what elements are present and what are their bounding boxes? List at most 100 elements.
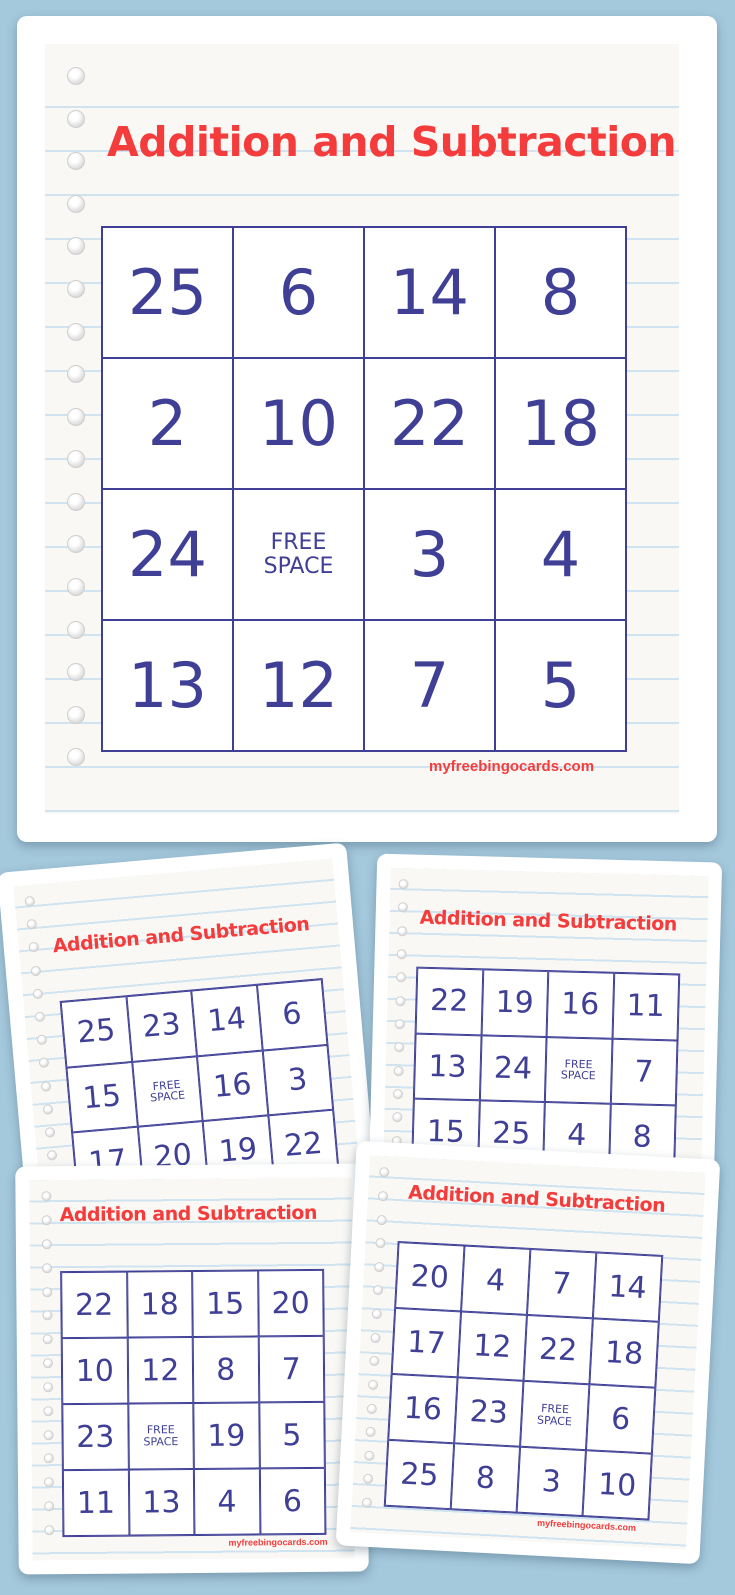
bingo-cell[interactable]: 25 [384, 1439, 455, 1510]
bingo-cell[interactable]: 12 [127, 1336, 194, 1404]
binder-hole-icon [24, 895, 36, 907]
bingo-grid: 22 18 15 20 10 12 8 7 23 FREE SPACE 19 5 11 13 4 6 [60, 1268, 327, 1538]
binder-hole-icon [67, 450, 85, 469]
bingo-cell[interactable]: 7 [364, 620, 495, 751]
bingo-cell[interactable]: 7 [526, 1248, 597, 1319]
bingo-cell[interactable]: 25 [102, 227, 233, 358]
bingo-cell[interactable]: 24 [479, 1034, 547, 1103]
binder-hole-icon [42, 1310, 53, 1321]
cell-number: 13 [142, 1484, 181, 1520]
bingo-cell[interactable]: 10 [233, 358, 364, 489]
free-space-cell[interactable]: FREE SPACE [520, 1380, 590, 1451]
bingo-cell[interactable]: 18 [126, 1270, 193, 1338]
bingo-cell[interactable]: 5 [258, 1401, 325, 1469]
bingo-cell[interactable]: 24 [102, 489, 233, 620]
bingo-cell[interactable]: 23 [454, 1377, 524, 1447]
binder-hole-icon [43, 1405, 54, 1417]
bingo-cell[interactable]: 6 [585, 1384, 656, 1454]
watermark-link[interactable]: myfreebingocards.com [429, 758, 594, 775]
bingo-card-preview-3[interactable]: Addition and Subtraction 22 18 15 20 10 12 8 7 2… [15, 1163, 369, 1575]
watermark-link[interactable]: myfreebingocards.com [537, 1518, 636, 1533]
bingo-cell[interactable]: 7 [258, 1335, 325, 1403]
bingo-cell[interactable]: 13 [128, 1468, 195, 1536]
bingo-cell[interactable]: 19 [481, 969, 549, 1037]
cell-number: 13 [128, 649, 207, 722]
cell-number: 3 [540, 1463, 562, 1500]
bingo-cell[interactable]: 25 [60, 996, 132, 1068]
bingo-cell[interactable]: 14 [191, 984, 263, 1056]
bingo-cell[interactable]: 15 [192, 1270, 259, 1337]
binder-hole-icon [43, 1382, 54, 1393]
bingo-cell[interactable]: 5 [495, 620, 626, 751]
bingo-cell[interactable]: 23 [125, 990, 197, 1062]
free-space-cell[interactable]: FREE SPACE [131, 1055, 203, 1127]
free-space-cell[interactable]: FREE SPACE [233, 489, 364, 620]
free-space-cell[interactable]: FREE SPACE [544, 1036, 613, 1104]
bingo-cell[interactable]: 8 [495, 227, 626, 358]
bingo-cell[interactable]: 22 [61, 1271, 128, 1339]
bingo-cell[interactable]: 12 [457, 1311, 527, 1381]
card-title: Addition and Subtraction [59, 1201, 318, 1227]
bingo-cell[interactable]: 12 [233, 620, 364, 751]
bingo-cell[interactable]: 20 [257, 1269, 324, 1337]
bingo-cell[interactable]: 4 [461, 1245, 531, 1315]
bingo-cell[interactable]: 8 [192, 1336, 259, 1403]
main-bingo-card[interactable]: Addition and Subtraction 25 6 14 8 2 10 22 18 24… [17, 16, 717, 842]
cell-number: 16 [211, 1066, 253, 1105]
bingo-cell[interactable]: 11 [612, 972, 680, 1040]
bingo-cell[interactable]: 16 [388, 1373, 458, 1444]
bingo-cell[interactable]: 4 [495, 489, 626, 620]
bingo-cell[interactable]: 6 [256, 979, 328, 1051]
bingo-cell[interactable]: 6 [259, 1467, 326, 1535]
cell-number: 23 [76, 1419, 115, 1455]
cell-number: 4 [540, 518, 581, 591]
bingo-cell[interactable]: 16 [196, 1050, 268, 1122]
bingo-cell[interactable]: 22 [415, 967, 483, 1035]
bingo-grid: 25 6 14 8 2 10 22 18 24 FREE SPACE 3 4 13 12 7 5 [101, 226, 627, 752]
bingo-cell[interactable]: 13 [102, 620, 233, 751]
bingo-cell[interactable]: 18 [589, 1318, 659, 1388]
cell-number: 15 [81, 1077, 123, 1117]
bingo-cell[interactable]: 20 [395, 1242, 465, 1312]
bingo-cell[interactable]: 3 [262, 1044, 334, 1116]
bingo-cell[interactable]: 13 [413, 1033, 482, 1101]
bingo-cell[interactable]: 18 [495, 358, 626, 489]
binder-hole-icon [378, 1167, 390, 1178]
cell-number: 12 [259, 649, 338, 722]
free-space-label: FREE SPACE [536, 1402, 573, 1429]
bingo-cell[interactable]: 14 [592, 1252, 663, 1322]
bingo-cell[interactable]: 10 [61, 1337, 128, 1405]
notebook-paper: Addition and Subtraction 25 6 14 8 2 10 22 18 24… [45, 44, 679, 814]
cell-number: 8 [474, 1459, 496, 1496]
bingo-card-preview-4[interactable]: Addition and Subtraction 20 4 7 14 17 12 22 18 1… [335, 1140, 721, 1565]
bingo-cell[interactable]: 3 [516, 1446, 586, 1517]
binder-hole-icon [367, 1379, 379, 1391]
bingo-cell[interactable]: 7 [610, 1038, 678, 1106]
bingo-cell[interactable]: 6 [233, 227, 364, 358]
bingo-cell[interactable]: 10 [582, 1450, 652, 1520]
free-space-label: FREE SPACE [263, 530, 334, 579]
binder-hole-icon [366, 1403, 378, 1414]
bingo-cell[interactable]: 15 [66, 1061, 138, 1133]
bingo-cell[interactable]: 2 [102, 358, 233, 489]
bingo-cell[interactable]: 16 [546, 971, 614, 1039]
bingo-cell[interactable]: 8 [450, 1443, 521, 1513]
bingo-cell[interactable]: 19 [193, 1402, 260, 1469]
bingo-cell[interactable]: 17 [391, 1307, 462, 1378]
binder-hole-icon [44, 1501, 55, 1512]
binder-hole-icon [42, 1263, 53, 1274]
cell-number: 10 [75, 1353, 115, 1389]
bingo-cell[interactable]: 4 [193, 1468, 260, 1535]
bingo-cell[interactable]: 22 [523, 1314, 593, 1385]
cell-number: 3 [409, 518, 450, 591]
bingo-cell[interactable]: 11 [62, 1469, 129, 1537]
bingo-cell[interactable]: 3 [364, 489, 495, 620]
cell-number: 8 [216, 1352, 236, 1388]
free-space-cell[interactable]: FREE SPACE [127, 1402, 194, 1470]
binder-hole-icon [67, 194, 85, 213]
cell-number: 13 [427, 1048, 468, 1085]
bingo-cell[interactable]: 14 [364, 227, 495, 358]
watermark-link[interactable]: myfreebingocards.com [228, 1537, 327, 1548]
bingo-cell[interactable]: 23 [62, 1403, 129, 1471]
bingo-cell[interactable]: 22 [364, 358, 495, 489]
